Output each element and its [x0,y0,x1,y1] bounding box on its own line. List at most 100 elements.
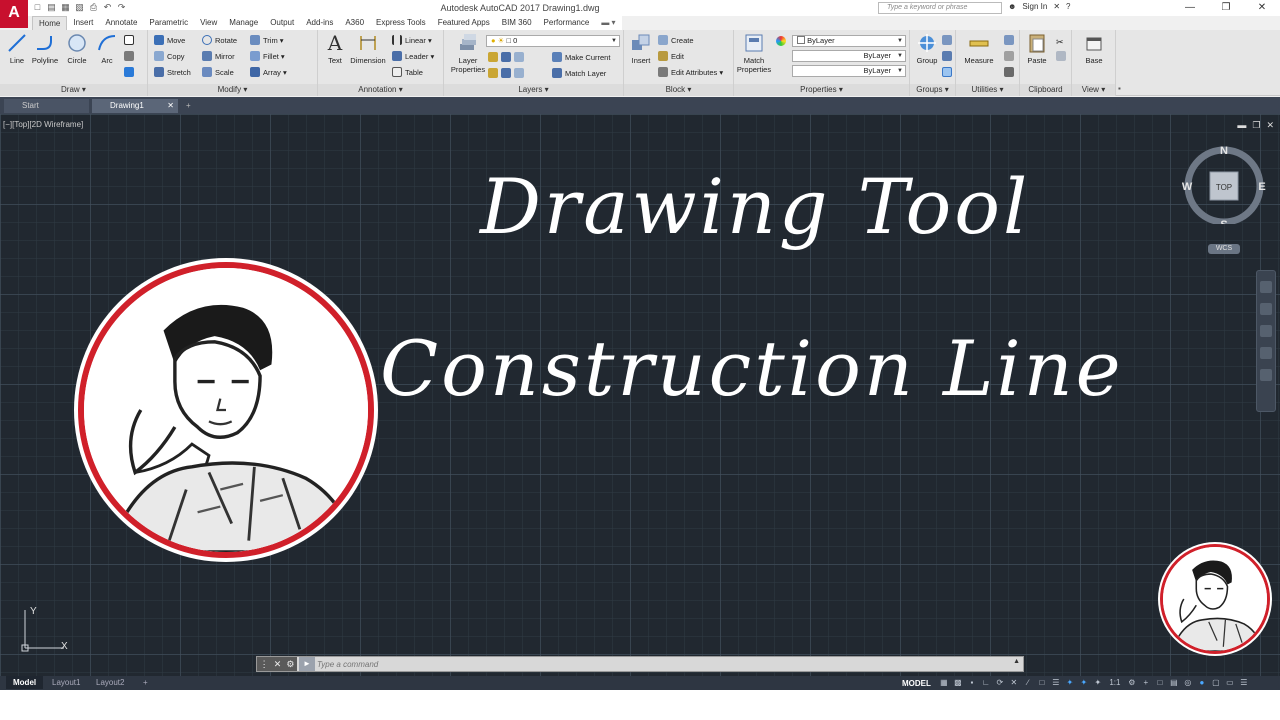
ribbon-options-icon[interactable]: ▬ ▾ [595,16,621,30]
workspace-switching-icon[interactable]: ⚙ [1127,678,1137,688]
close-icon[interactable]: ✕ [1244,0,1280,16]
scale-button[interactable]: Scale [202,66,234,80]
clipboard-panel-title[interactable]: Clipboard [1020,84,1071,96]
match-layer-button[interactable]: Match Layer [552,67,606,81]
auto-scale-icon[interactable]: ✦ [1079,678,1089,688]
array-button[interactable]: Array ▾ [250,66,287,80]
tab-manage[interactable]: Manage [223,16,264,30]
lineweight-dropdown[interactable]: ByLayer ▼ [792,65,906,77]
tab-home[interactable]: Home [32,16,68,30]
group-selection-button[interactable] [942,66,955,80]
line-button[interactable]: Line [2,32,32,65]
close-command-line-icon[interactable]: ✕ [274,659,282,670]
circle-button[interactable]: Circle [62,32,92,65]
make-current-button[interactable]: Make Current [552,51,610,65]
close-viewport-icon[interactable]: ✕ [1266,120,1274,131]
showmotion-icon[interactable] [1260,369,1272,381]
polyline-button[interactable]: Polyline [30,32,60,65]
copy-button[interactable]: Copy [154,50,185,64]
grid-icon[interactable]: ▦ [939,678,949,688]
move-button[interactable]: Move [154,34,185,48]
layer-unisolate-icon[interactable] [501,68,511,78]
insert-button[interactable]: Insert [626,32,656,65]
search-input[interactable]: Type a keyword or phrase [878,2,1002,14]
layout-tab-layout2[interactable]: Layout2 [89,676,131,689]
polar-icon[interactable]: ⟳ [995,678,1005,688]
layer-isolate-icon[interactable] [501,52,511,62]
measure-button[interactable]: Measure [960,32,998,65]
layer-properties-button[interactable]: Layer Properties [448,32,488,74]
compass-east[interactable]: E [1258,181,1265,193]
cut-button[interactable]: ✂ [1056,34,1069,48]
leader-button[interactable]: Leader ▾ [392,50,434,64]
new-tab-button[interactable]: + [182,99,198,113]
customization-icon[interactable]: ☰ [1239,678,1249,688]
orbit-icon[interactable] [1260,347,1272,359]
tab-annotate[interactable]: Annotate [99,16,143,30]
lock-ui-icon[interactable]: ◎ [1183,678,1193,688]
restore-viewport-icon[interactable]: ❐ [1252,120,1260,131]
edit-block-button[interactable]: Edit [658,50,684,64]
minimize-viewport-icon[interactable]: ▬ [1237,120,1246,131]
color-dropdown[interactable]: ByLayer ▼ [792,35,906,47]
dimension-button[interactable]: Dimension [350,32,386,65]
tab-express-tools[interactable]: Express Tools [370,16,432,30]
quick-select-button[interactable] [1004,34,1017,48]
tab-add-ins[interactable]: Add-ins [300,16,339,30]
rectangle-button[interactable] [124,34,137,48]
object-snap-tracking-icon[interactable]: ∕ [1023,678,1033,688]
model-space-toggle[interactable]: MODEL [902,679,931,688]
wcs-dropdown[interactable]: WCS [1208,244,1240,254]
rotate-button[interactable]: Rotate [202,34,237,48]
compass-north[interactable]: N [1220,145,1228,157]
utilities-panel-title[interactable]: Utilities ▾ [956,84,1019,96]
view-panel-title[interactable]: View ▾ [1072,84,1115,96]
zoom-extents-icon[interactable] [1260,325,1272,337]
pan-icon[interactable] [1260,303,1272,315]
table-button[interactable]: Table [392,66,423,80]
close-tab-icon[interactable]: ✕ [167,99,174,113]
layer-thaw-icon[interactable] [514,68,524,78]
layout-tab-layout1[interactable]: Layout1 [45,676,87,689]
create-block-button[interactable]: Create [658,34,694,48]
base-button[interactable]: Base [1079,32,1109,65]
restore-icon[interactable]: ❐ [1208,0,1244,16]
calculator-button[interactable] [1004,66,1017,80]
boundary-button[interactable] [124,66,137,80]
properties-panel-title[interactable]: Properties ▾ [734,84,909,96]
layer-dropdown[interactable]: ● ☀ □ 0 ▼ [486,35,620,47]
ortho-icon[interactable]: ∟ [981,678,991,688]
help-icon[interactable]: ? [1066,2,1070,11]
text-button[interactable]: A Text [320,32,350,65]
file-tab-drawing1[interactable]: Drawing1 ✕ [92,99,178,113]
command-history-icon[interactable]: ▲ [1013,658,1020,665]
paste-button[interactable]: Paste [1022,32,1052,65]
trim-button[interactable]: Trim ▾ [250,34,284,48]
snap-icon[interactable]: ▩ [953,678,963,688]
tab-performance[interactable]: Performance [538,16,596,30]
file-tab-start[interactable]: Start [4,99,89,113]
clean-screen-icon[interactable]: ▭ [1225,678,1235,688]
tab-bim-360[interactable]: BIM 360 [496,16,538,30]
edit-attributes-button[interactable]: Edit Attributes ▾ [658,66,723,80]
sign-in-button[interactable]: Sign In [1022,2,1047,11]
point-style-button[interactable] [1004,50,1017,64]
viewcube[interactable]: TOP N S E W [1182,140,1266,224]
user-icon[interactable]: ☻ [1008,2,1016,11]
exchange-icon[interactable]: ✕ [1053,2,1060,11]
stretch-button[interactable]: Stretch [154,66,191,80]
units-icon[interactable]: □ [1155,678,1165,688]
grip-icon[interactable]: ⋮ [260,659,269,670]
lineweight-icon[interactable]: ☰ [1051,678,1061,688]
add-layout-button[interactable]: + [136,676,155,689]
annotation-scale-icon[interactable]: ✦ [1093,678,1103,688]
match-properties-button[interactable]: Match Properties [736,32,772,74]
ribbon-expand-icon[interactable]: ▪ [1118,84,1121,93]
mirror-button[interactable]: Mirror [202,50,235,64]
annotation-visibility-icon[interactable]: ✦ [1065,678,1075,688]
fillet-button[interactable]: Fillet ▾ [250,50,285,64]
layers-panel-title[interactable]: Layers ▾ [444,84,623,96]
tab-a360[interactable]: A360 [339,16,370,30]
compass-south[interactable]: S [1220,219,1227,224]
customize-icon[interactable]: ⚙ [286,659,294,670]
